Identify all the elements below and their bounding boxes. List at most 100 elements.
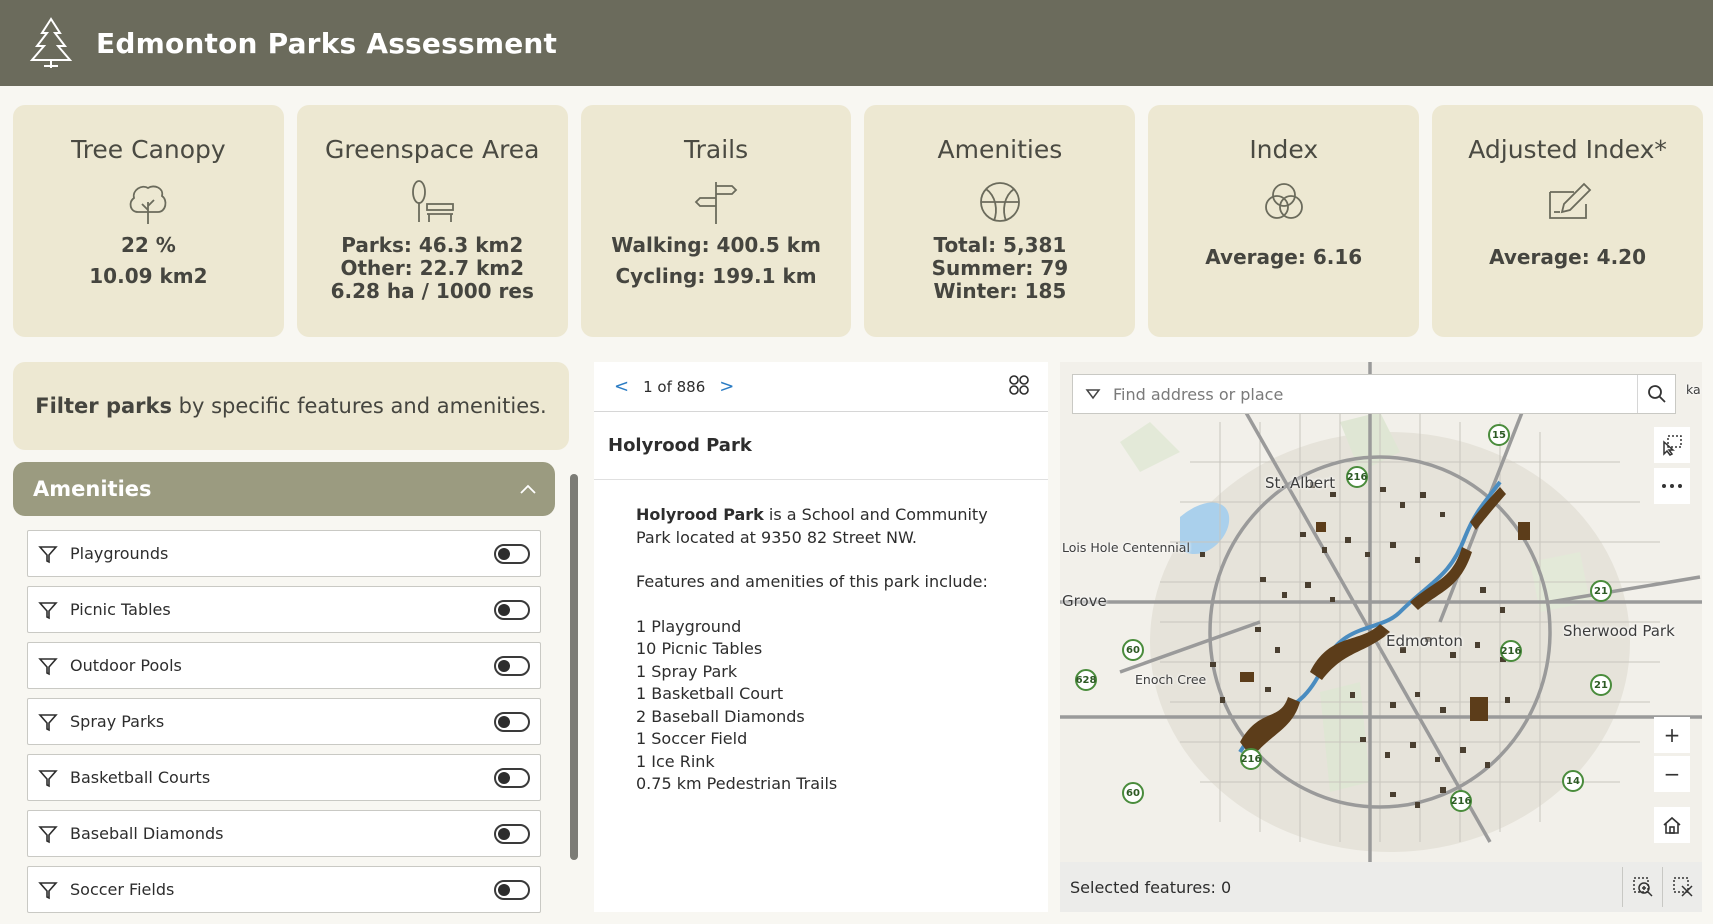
card-line: Average: 4.20 <box>1489 245 1647 269</box>
toggle-switch[interactable] <box>494 879 530 900</box>
filter-label: Spray Parks <box>70 712 165 731</box>
card-index: Index Average: 6.16 <box>1148 105 1420 337</box>
more-options-icon[interactable] <box>1654 468 1690 504</box>
selected-features-count: Selected features: 0 <box>1070 877 1232 897</box>
highway-shield: 21 <box>1590 580 1612 602</box>
search-input[interactable] <box>1113 384 1637 404</box>
card-line: Total: 5,381 <box>933 233 1067 257</box>
highway-shield: 628 <box>1075 669 1097 691</box>
zoom-in-button[interactable]: + <box>1654 717 1690 753</box>
highway-shield: 14 <box>1562 770 1584 792</box>
pager: < 1 of 886 > <box>594 362 1048 412</box>
select-tool-icon[interactable] <box>1654 427 1690 463</box>
map-label: ka <box>1686 382 1701 397</box>
card-title: Tree Canopy <box>71 135 226 164</box>
venn-icon <box>1256 174 1312 230</box>
map-label: St. Albert <box>1265 474 1336 492</box>
filter-intro-text: by specific features and amenities. <box>171 394 547 418</box>
map-footer: Selected features: 0 <box>1060 862 1702 912</box>
filter-item-spray-parks[interactable]: Spray Parks <box>27 698 541 745</box>
park-description: Holyrood Park is a School and Community … <box>594 480 1048 796</box>
card-line: 6.28 ha / 1000 res <box>330 279 534 303</box>
card-amenities: Amenities Total: 5,381 Summer: 79 Winter… <box>864 105 1136 337</box>
card-line: 22 % <box>120 233 176 257</box>
filter-icon <box>38 544 58 564</box>
filter-icon <box>38 768 58 788</box>
next-button[interactable]: > <box>719 376 734 397</box>
desc-line-1: is a School and Community <box>763 505 988 524</box>
map-search <box>1072 374 1676 414</box>
zoom-to-selection-icon[interactable] <box>1622 867 1662 907</box>
signpost-icon <box>688 174 744 230</box>
app-header: Edmonton Parks Assessment <box>0 0 1713 86</box>
prev-button[interactable]: < <box>614 376 629 397</box>
grid-view-icon[interactable] <box>1008 374 1030 400</box>
toggle-switch[interactable] <box>494 711 530 732</box>
pine-tree-icon <box>26 16 76 70</box>
desc-line-2: Park located at 9350 82 Street NW. <box>636 527 918 547</box>
card-line: 10.09 km2 <box>89 264 208 288</box>
filter-item-outdoor-pools[interactable]: Outdoor Pools <box>27 642 541 689</box>
toggle-switch[interactable] <box>494 823 530 844</box>
filter-item-basketball-courts[interactable]: Basketball Courts <box>27 754 541 801</box>
park-title: Holyrood Park <box>594 412 1048 480</box>
filter-item-soccer-fields[interactable]: Soccer Fields <box>27 866 541 913</box>
filter-intro-bold: Filter parks <box>35 394 172 418</box>
toggle-switch[interactable] <box>494 599 530 620</box>
card-title: Amenities <box>937 135 1063 164</box>
filter-scrollbar[interactable] <box>570 474 578 860</box>
amenities-label: Amenities <box>33 477 152 501</box>
highway-shield: 15 <box>1488 424 1510 446</box>
park-bench-icon <box>404 174 460 230</box>
amenities-accordion[interactable]: Amenities <box>13 462 555 516</box>
highway-shield: 21 <box>1590 674 1612 696</box>
map-label: Edmonton <box>1386 632 1463 650</box>
highway-shield: 60 <box>1122 639 1144 661</box>
highway-shield: 216 <box>1240 748 1262 770</box>
card-line: Average: 6.16 <box>1205 245 1363 269</box>
ball-icon <box>972 174 1028 230</box>
map-label: Sherwood Park <box>1563 622 1675 640</box>
edit-icon <box>1540 174 1596 230</box>
map-label: Enoch Cree <box>1135 672 1207 687</box>
basemap[interactable] <box>1060 362 1702 862</box>
card-line: Walking: 400.5 km <box>611 233 821 257</box>
highway-shield: 216 <box>1346 466 1368 488</box>
page-count: 1 of 886 <box>643 377 706 396</box>
filter-item-playgrounds[interactable]: Playgrounds <box>27 530 541 577</box>
zoom-out-button[interactable]: − <box>1654 756 1690 792</box>
filter-icon <box>38 824 58 844</box>
card-title: Trails <box>684 135 749 164</box>
map-label: Grove <box>1062 592 1107 610</box>
card-title: Adjusted Index* <box>1468 135 1667 164</box>
filter-label: Basketball Courts <box>70 768 211 787</box>
clear-selection-icon[interactable] <box>1662 867 1702 907</box>
list-item: 1 Spray Park <box>636 661 738 681</box>
filter-item-picnic-tables[interactable]: Picnic Tables <box>27 586 541 633</box>
card-line: Other: 22.7 km2 <box>340 256 525 280</box>
toggle-switch[interactable] <box>494 543 530 564</box>
filter-list: Playgrounds Picnic Tables Outdoor Pools … <box>27 530 541 924</box>
card-line: Cycling: 199.1 km <box>615 264 817 288</box>
app-title: Edmonton Parks Assessment <box>96 26 558 60</box>
filter-label: Baseball Diamonds <box>70 824 224 843</box>
home-icon[interactable] <box>1654 807 1690 843</box>
card-greenspace-area: Greenspace Area Parks: 46.3 km2 Other: 2… <box>296 105 568 337</box>
list-item: 1 Ice Rink <box>636 751 715 771</box>
search-source-dropdown-icon[interactable] <box>1073 374 1113 414</box>
toggle-switch[interactable] <box>494 655 530 676</box>
park-detail-panel: < 1 of 886 > Holyrood Park Holyrood Park… <box>594 362 1048 912</box>
filter-icon <box>38 880 58 900</box>
desc-park-name: Holyrood Park <box>636 505 764 524</box>
map-view[interactable]: St. Albert Lois Hole Centennial Grove Ed… <box>1060 362 1702 862</box>
toggle-switch[interactable] <box>494 767 530 788</box>
highway-shield: 60 <box>1122 782 1144 804</box>
filter-label: Outdoor Pools <box>70 656 182 675</box>
features-intro: Features and amenities of this park incl… <box>636 572 988 591</box>
filter-icon <box>38 600 58 620</box>
list-item: 10 Picnic Tables <box>636 639 763 658</box>
search-icon[interactable] <box>1637 375 1675 413</box>
scrollbar-thumb[interactable] <box>570 474 578 860</box>
filter-item-baseball-diamonds[interactable]: Baseball Diamonds <box>27 810 541 857</box>
card-title: Greenspace Area <box>324 135 540 164</box>
